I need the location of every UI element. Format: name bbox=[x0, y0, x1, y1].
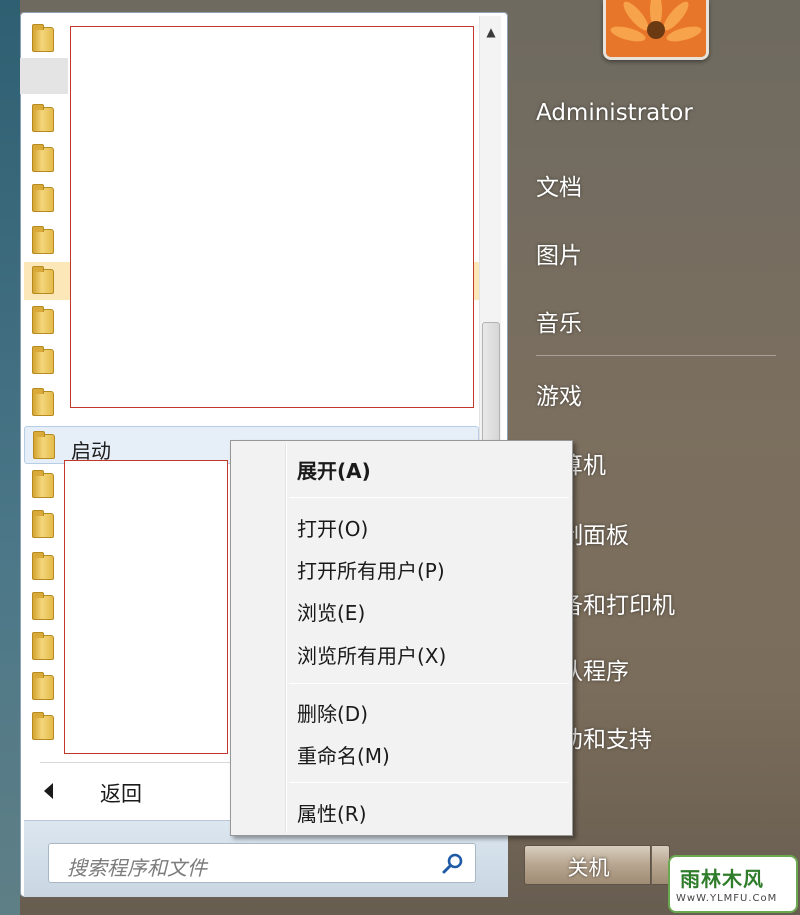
menu-gutter-highlight bbox=[286, 443, 287, 833]
folder-icon bbox=[32, 632, 54, 660]
user-name[interactable]: Administrator bbox=[536, 100, 693, 126]
folder-icon bbox=[32, 226, 54, 254]
context-menu: 展开(A) 打开(O) 打开所有用户(P) 浏览(E) 浏览所有用户(X) 删除… bbox=[230, 440, 573, 836]
truncated-item-block bbox=[20, 58, 68, 94]
menu-separator bbox=[289, 497, 569, 498]
user-avatar[interactable] bbox=[603, 0, 709, 60]
folder-icon bbox=[32, 388, 54, 416]
menu-item-explore[interactable]: 浏览(E) bbox=[297, 597, 365, 626]
folder-icon bbox=[32, 24, 54, 52]
folder-icon bbox=[32, 552, 54, 580]
search-placeholder: 搜索程序和文件 bbox=[67, 856, 207, 880]
scroll-up-icon[interactable]: ▲ bbox=[480, 22, 502, 42]
redacted-area-top bbox=[70, 26, 474, 408]
right-item-games[interactable]: 游戏 bbox=[536, 377, 582, 411]
desktop-edge bbox=[0, 0, 20, 915]
folder-icon bbox=[33, 431, 55, 459]
back-arrow-icon bbox=[44, 783, 53, 799]
menu-item-explore-all-users[interactable]: 浏览所有用户(X) bbox=[297, 640, 446, 669]
shutdown-button[interactable]: 关机 bbox=[524, 845, 651, 885]
folder-icon bbox=[32, 672, 54, 700]
right-item-pictures[interactable]: 图片 bbox=[536, 236, 582, 270]
menu-item-expand[interactable]: 展开(A) bbox=[297, 455, 371, 484]
search-input[interactable]: 搜索程序和文件 bbox=[48, 843, 476, 883]
search-icon[interactable] bbox=[441, 852, 465, 876]
menu-item-open-all-users[interactable]: 打开所有用户(P) bbox=[297, 555, 445, 584]
back-label: 返回 bbox=[100, 782, 142, 806]
menu-item-delete[interactable]: 删除(D) bbox=[297, 698, 368, 727]
menu-separator bbox=[289, 782, 569, 783]
right-separator bbox=[536, 355, 776, 356]
watermark-title: 雨林木风 bbox=[680, 867, 764, 891]
folder-icon bbox=[32, 144, 54, 172]
folder-icon bbox=[32, 510, 54, 538]
watermark-url: WwW.YLMFU.CoM bbox=[676, 893, 778, 904]
folder-icon bbox=[32, 346, 54, 374]
folder-icon bbox=[32, 470, 54, 498]
flower-avatar bbox=[606, 0, 706, 57]
watermark-logo: 雨林木风 WwW.YLMFU.CoM bbox=[668, 855, 798, 913]
right-item-devices-printers[interactable]: 备和打印机 bbox=[560, 586, 675, 620]
menu-item-rename[interactable]: 重命名(M) bbox=[297, 740, 390, 769]
folder-icon bbox=[32, 184, 54, 212]
menu-item-open[interactable]: 打开(O) bbox=[297, 513, 368, 542]
folder-icon bbox=[32, 712, 54, 740]
right-item-music[interactable]: 音乐 bbox=[536, 304, 582, 338]
folder-icon bbox=[32, 306, 54, 334]
right-item-help-support[interactable]: 助和支持 bbox=[560, 720, 652, 754]
folder-icon bbox=[32, 104, 54, 132]
folder-icon bbox=[32, 266, 54, 294]
shutdown-label: 关机 bbox=[567, 856, 610, 880]
redacted-area-bottom bbox=[64, 460, 228, 754]
folder-icon bbox=[32, 592, 54, 620]
menu-separator bbox=[289, 683, 569, 684]
right-item-documents[interactable]: 文档 bbox=[536, 168, 582, 202]
menu-item-properties[interactable]: 属性(R) bbox=[297, 798, 367, 827]
back-button[interactable]: 返回 bbox=[40, 774, 230, 810]
